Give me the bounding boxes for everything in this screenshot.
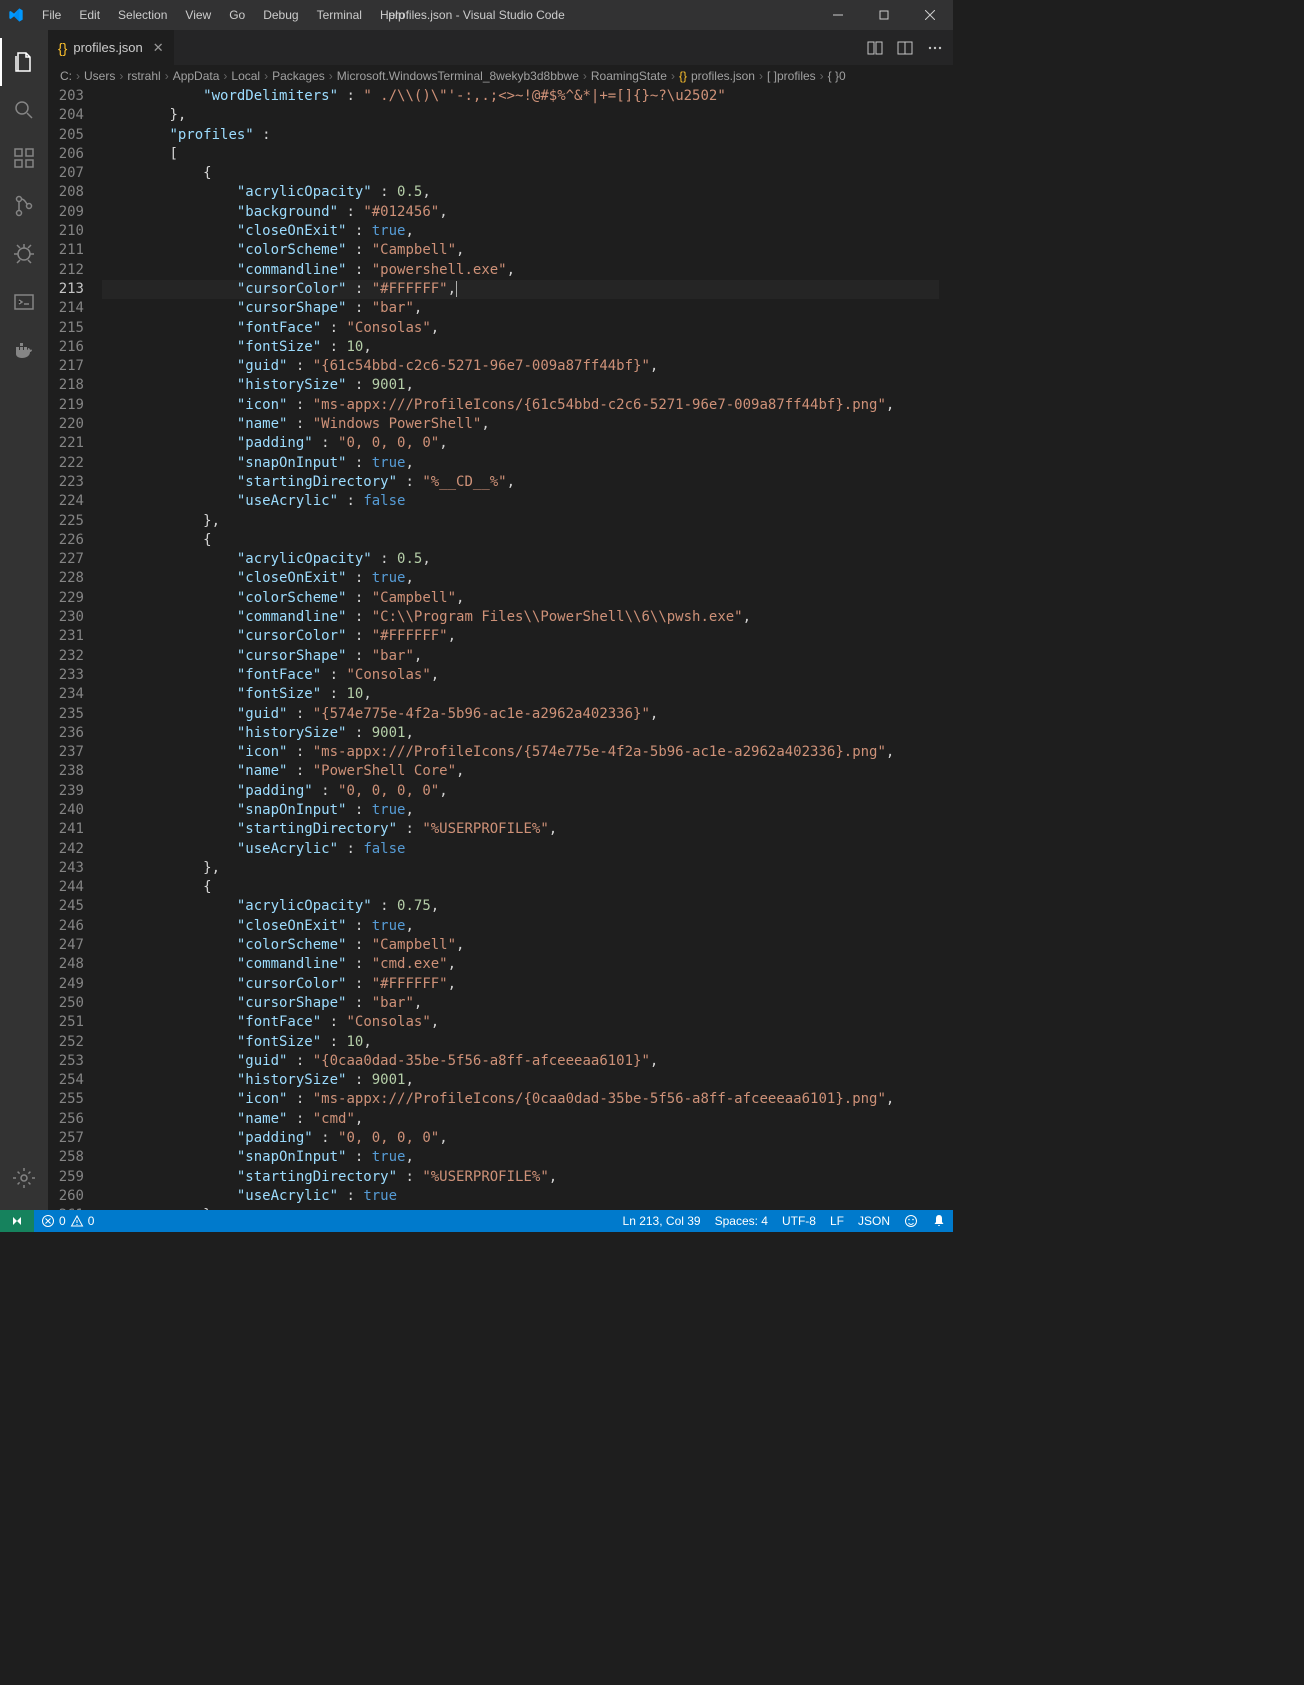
status-language[interactable]: JSON bbox=[851, 1214, 897, 1228]
close-button[interactable] bbox=[907, 0, 953, 30]
warning-icon bbox=[70, 1214, 84, 1228]
json-file-icon: {} bbox=[58, 40, 67, 56]
status-remote[interactable] bbox=[0, 1210, 34, 1232]
split-editor-icon[interactable] bbox=[897, 40, 913, 56]
activity-explorer[interactable] bbox=[0, 38, 48, 86]
window-controls bbox=[815, 0, 953, 30]
activity-settings[interactable] bbox=[0, 1154, 48, 1202]
menu-file[interactable]: File bbox=[34, 4, 69, 26]
breadcrumb-item[interactable]: C: bbox=[60, 69, 72, 83]
search-icon bbox=[12, 98, 36, 122]
vscode-icon bbox=[8, 7, 24, 23]
breadcrumb-symbol[interactable]: { }0 bbox=[828, 69, 846, 83]
minimize-button[interactable] bbox=[815, 0, 861, 30]
gear-icon bbox=[12, 1166, 36, 1190]
window-title: profiles.json - Visual Studio Code bbox=[388, 8, 565, 22]
breadcrumb-symbol[interactable]: [ ]profiles bbox=[767, 69, 816, 83]
status-notifications[interactable] bbox=[925, 1214, 953, 1228]
activity-scm[interactable] bbox=[0, 182, 48, 230]
menu-bar: File Edit Selection View Go Debug Termin… bbox=[34, 4, 413, 26]
activity-remote[interactable] bbox=[0, 278, 48, 326]
code-editor[interactable]: 2032042052062072082092102112122132142152… bbox=[48, 87, 953, 1210]
menu-go[interactable]: Go bbox=[221, 4, 253, 26]
menu-terminal[interactable]: Terminal bbox=[309, 4, 370, 26]
breadcrumb-file[interactable]: profiles.json bbox=[691, 69, 755, 83]
remote-icon bbox=[10, 1214, 24, 1228]
breadcrumb-item[interactable]: RoamingState bbox=[591, 69, 667, 83]
bell-icon bbox=[932, 1214, 946, 1228]
menu-selection[interactable]: Selection bbox=[110, 4, 175, 26]
editor-actions bbox=[867, 30, 953, 65]
status-cursor-position[interactable]: Ln 213, Col 39 bbox=[616, 1214, 708, 1228]
json-file-icon: {} bbox=[679, 69, 687, 83]
activity-docker[interactable] bbox=[0, 326, 48, 374]
breadcrumb-item[interactable]: AppData bbox=[173, 69, 220, 83]
activity-debug[interactable] bbox=[0, 230, 48, 278]
editor-area: {} profiles.json ✕ C:› Users› rstrahl› A… bbox=[48, 30, 953, 1210]
activity-extensions[interactable] bbox=[0, 134, 48, 182]
activity-search[interactable] bbox=[0, 86, 48, 134]
breadcrumb-item[interactable]: Packages bbox=[272, 69, 325, 83]
status-indentation[interactable]: Spaces: 4 bbox=[708, 1214, 775, 1228]
compare-icon[interactable] bbox=[867, 40, 883, 56]
tab-label: profiles.json bbox=[73, 40, 142, 55]
menu-edit[interactable]: Edit bbox=[71, 4, 108, 26]
debug-icon bbox=[12, 242, 36, 266]
activity-bar bbox=[0, 30, 48, 1210]
status-encoding[interactable]: UTF-8 bbox=[775, 1214, 823, 1228]
source-control-icon bbox=[12, 194, 36, 218]
code-content[interactable]: "wordDelimiters" : " ./\\()\"'-:,.;<>~!@… bbox=[102, 87, 953, 1210]
docker-icon bbox=[12, 338, 36, 362]
smiley-icon bbox=[904, 1214, 918, 1228]
maximize-button[interactable] bbox=[861, 0, 907, 30]
breadcrumb-item[interactable]: Users bbox=[84, 69, 115, 83]
error-icon bbox=[41, 1214, 55, 1228]
breadcrumb-item[interactable]: Local bbox=[231, 69, 260, 83]
menu-debug[interactable]: Debug bbox=[255, 4, 306, 26]
scrollbar[interactable] bbox=[939, 87, 953, 1210]
breadcrumb-item[interactable]: rstrahl bbox=[127, 69, 160, 83]
breadcrumb-item[interactable]: Microsoft.WindowsTerminal_8wekyb3d8bbwe bbox=[337, 69, 579, 83]
tab-close-icon[interactable]: ✕ bbox=[153, 40, 164, 56]
status-bar: 0 0 Ln 213, Col 39 Spaces: 4 UTF-8 LF JS… bbox=[0, 1210, 953, 1232]
menu-view[interactable]: View bbox=[177, 4, 219, 26]
status-eol[interactable]: LF bbox=[823, 1214, 851, 1228]
tab-bar: {} profiles.json ✕ bbox=[48, 30, 953, 65]
line-number-gutter: 2032042052062072082092102112122132142152… bbox=[48, 87, 102, 1210]
terminal-panel-icon bbox=[12, 290, 36, 314]
title-bar: File Edit Selection View Go Debug Termin… bbox=[0, 0, 953, 30]
status-problems[interactable]: 0 0 bbox=[34, 1210, 101, 1232]
extensions-icon bbox=[12, 146, 36, 170]
tab-profiles-json[interactable]: {} profiles.json ✕ bbox=[48, 30, 175, 65]
status-feedback[interactable] bbox=[897, 1214, 925, 1228]
more-actions-icon[interactable] bbox=[927, 40, 943, 56]
breadcrumb[interactable]: C:› Users› rstrahl› AppData› Local› Pack… bbox=[48, 65, 953, 87]
files-icon bbox=[12, 50, 36, 74]
